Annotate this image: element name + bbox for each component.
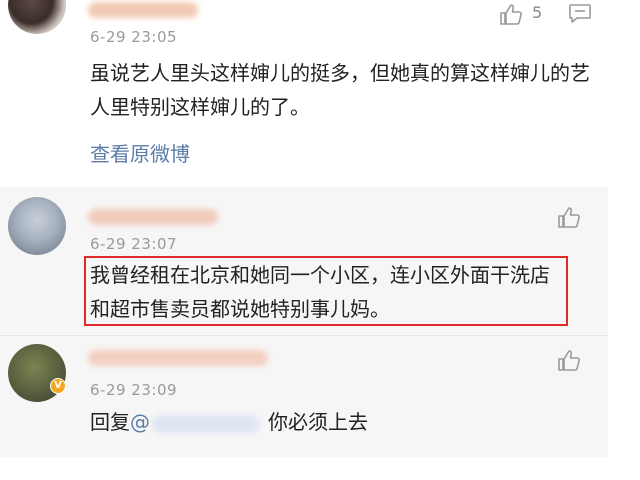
username-blurred[interactable] [88,350,268,366]
comment-time: 6-29 23:07 [90,235,178,253]
comment-item: 5 6-29 23:05 虽说艺人里头这样婶儿的挺多，但她真的算这样婶儿的艺人里… [0,0,608,187]
username-blurred[interactable] [88,2,198,18]
like-count: 5 [532,3,543,22]
reply-prefix: 回复 [90,410,130,434]
reply-content: 你必须上去 [268,410,368,434]
comment-item: 6-29 23:09 回复@ 你必须上去 [0,335,608,457]
mention-username-blurred[interactable] [152,414,260,433]
reply-text-line: 回复@ 你必须上去 [90,405,570,439]
comment-time: 6-29 23:05 [90,28,178,46]
comment-text: 虽说艺人里头这样婶儿的挺多，但她真的算这样婶儿的艺人里特别这样婶儿的了。 [90,61,590,119]
avatar[interactable] [8,197,66,255]
comment-time: 6-29 23:09 [90,381,178,399]
thumbs-up-icon[interactable] [556,348,582,372]
view-original-weibo-link[interactable]: 查看原微博 [90,138,190,167]
avatar[interactable] [8,0,66,34]
cut-off-caption [0,464,640,480]
mention-at[interactable]: @ [130,410,150,434]
username-blurred[interactable] [88,209,218,225]
reply-icon[interactable] [568,2,592,24]
highlight-box [84,256,568,326]
thumbs-up-icon[interactable] [556,205,582,229]
thumbs-up-icon[interactable] [498,2,524,26]
comment-feed: 5 6-29 23:05 虽说艺人里头这样婶儿的挺多，但她真的算这样婶儿的艺人里… [0,0,608,457]
verified-badge: V [50,378,66,394]
